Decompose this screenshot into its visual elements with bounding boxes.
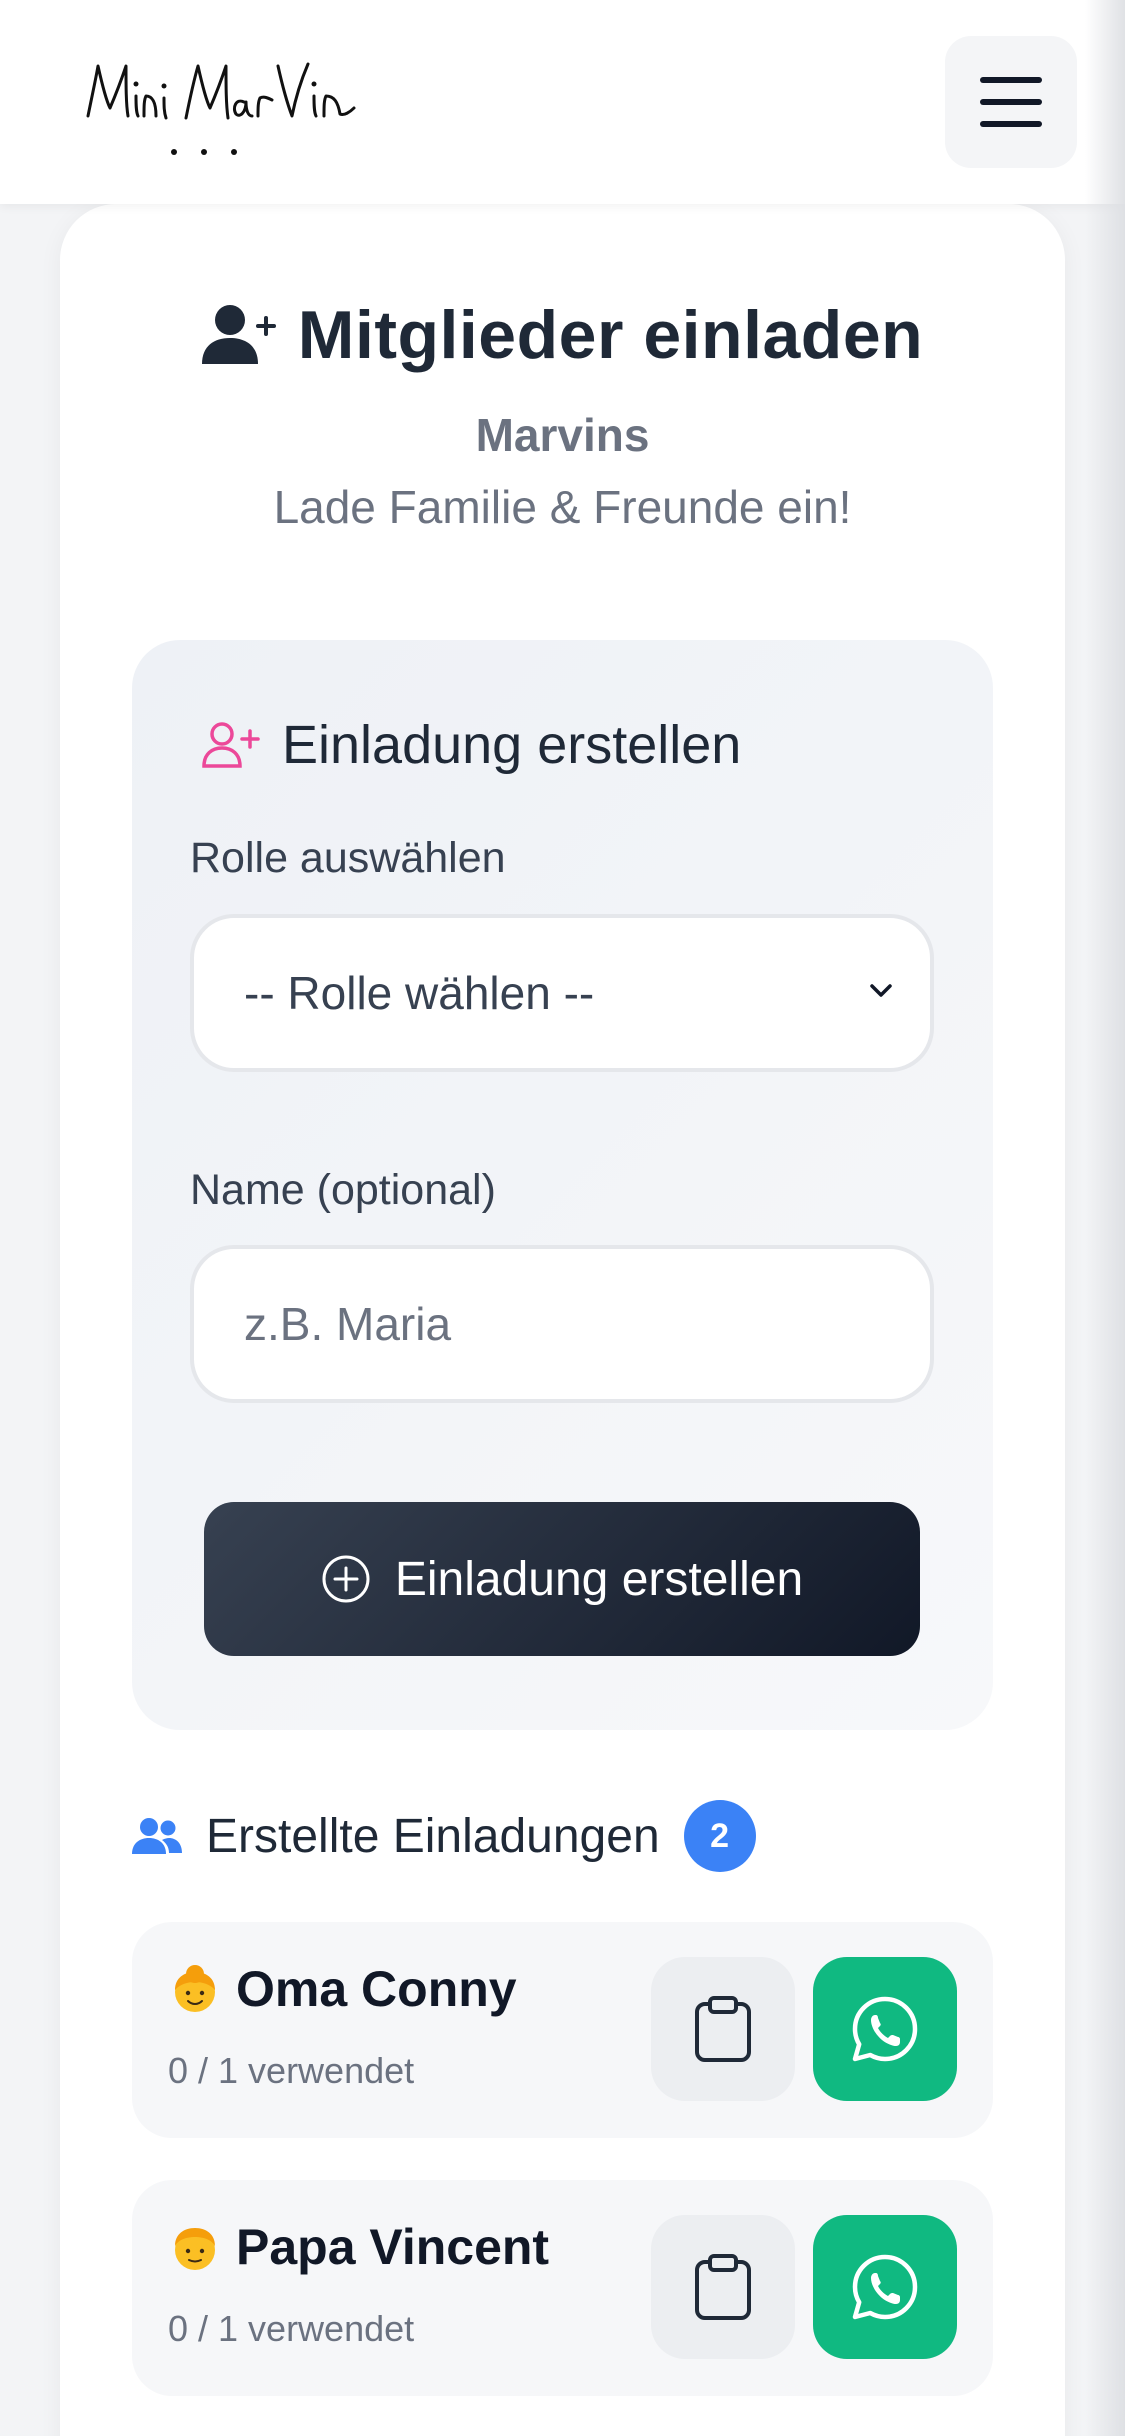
page-title: Mitglieder einladen — [297, 297, 924, 373]
copy-invite-button[interactable] — [651, 1957, 795, 2101]
chevron-down-icon — [870, 984, 892, 997]
man-emoji — [175, 2228, 215, 2270]
whatsapp-share-button[interactable] — [813, 1957, 957, 2101]
invitation-name: Oma Conny — [236, 1961, 517, 2017]
user-plus-icon — [201, 305, 276, 364]
invitation-name: Papa Vincent — [236, 2219, 550, 2275]
create-invite-button-label: Einladung erstellen — [394, 1552, 804, 1606]
invitation-usage: 0 / 1 verwendet — [168, 2308, 415, 2349]
hamburger-menu-icon — [980, 77, 1042, 127]
user-plus-outline-icon — [202, 722, 260, 768]
invitation-item: Papa Vincent 0 / 1 verwendet — [132, 2180, 993, 2396]
role-label: Rolle auswählen — [190, 834, 506, 882]
whatsapp-share-button[interactable] — [813, 2215, 957, 2359]
invitations-count-badge: 2 — [683, 1800, 756, 1872]
whatsapp-icon — [852, 1996, 918, 2062]
group-name: Marvins — [475, 409, 650, 461]
invitations-title: Erstellte Einladungen — [206, 1809, 660, 1863]
users-icon — [132, 1818, 182, 1854]
app-header — [0, 0, 1125, 204]
menu-button[interactable] — [945, 36, 1077, 168]
page-title-row: Mitglieder einladen — [0, 290, 1125, 380]
clipboard-icon — [695, 1996, 751, 2062]
invitation-item: Oma Conny 0 / 1 verwendet — [132, 1922, 993, 2138]
invitation-name-row: Papa Vincent — [168, 2218, 549, 2276]
role-select-value: -- Rolle wählen -- — [244, 967, 595, 1019]
name-label: Name (optional) — [190, 1166, 496, 1214]
invitation-usage: 0 / 1 verwendet — [168, 2050, 415, 2091]
invitations-heading: Erstellte Einladungen 2 — [132, 1800, 756, 1872]
create-invite-button[interactable]: Einladung erstellen — [204, 1502, 920, 1656]
name-input[interactable] — [190, 1245, 934, 1403]
app-logo[interactable] — [82, 56, 362, 166]
invitation-name-row: Oma Conny — [168, 1960, 517, 2018]
page-tagline: Lade Familie & Freunde ein! — [273, 481, 852, 533]
copy-invite-button[interactable] — [651, 2215, 795, 2359]
role-select[interactable]: -- Rolle wählen -- — [190, 914, 934, 1072]
whatsapp-icon — [852, 2254, 918, 2320]
invite-form-heading: Einladung erstellen — [202, 710, 741, 780]
grandmother-emoji — [175, 1965, 215, 2012]
plus-circle-icon — [322, 1555, 370, 1603]
page: Mitglieder einladen Marvins Lade Familie… — [0, 0, 1125, 2436]
clipboard-icon — [695, 2254, 751, 2320]
invite-form-title: Einladung erstellen — [282, 715, 742, 775]
